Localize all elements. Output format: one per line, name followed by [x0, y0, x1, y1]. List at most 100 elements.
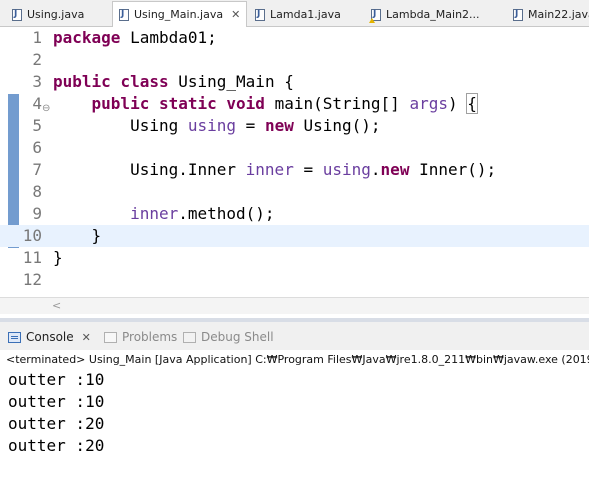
line-number: 7: [32, 160, 42, 179]
code-line[interactable]: 3 public class Using_Main {: [0, 71, 589, 93]
code-line[interactable]: 12: [0, 269, 589, 291]
code-token: Using.Inner: [53, 160, 246, 179]
code-text: public static void main(String[] args) {: [53, 93, 478, 115]
code-token: =: [293, 160, 323, 179]
editor-tab-bar: Using.java Using_Main.java ✕ Lamda1.java…: [0, 0, 589, 27]
keyword-token: public: [53, 72, 111, 91]
line-number: 2: [32, 50, 42, 69]
tab-console[interactable]: Console ✕: [8, 328, 91, 346]
code-token: .: [370, 160, 381, 179]
code-token: Using_Main {: [168, 72, 294, 91]
console-line: outter :10: [8, 370, 105, 389]
tab-label: Lambda_Main2...: [386, 8, 480, 21]
code-line[interactable]: 6: [0, 137, 589, 159]
variable-token: inner: [245, 160, 294, 179]
code-text: Using.Inner inner = using.new Inner();: [53, 159, 496, 181]
code-text: inner.method();: [53, 203, 275, 225]
console-output[interactable]: outter :10 outter :10 outter :20 outter …: [0, 369, 589, 457]
tab-lambda-main2-java[interactable]: Lambda_Main2...: [369, 2, 480, 27]
code-line[interactable]: 8: [0, 181, 589, 203]
close-icon[interactable]: ✕: [231, 8, 240, 21]
line-number: 1: [32, 28, 42, 47]
scroll-left-icon[interactable]: <: [52, 299, 61, 312]
tab-using-java[interactable]: Using.java: [12, 2, 84, 27]
keyword-token: class: [120, 72, 169, 91]
variable-token: args: [409, 94, 448, 113]
code-text: }: [53, 247, 63, 269]
keyword-token: package: [53, 28, 121, 47]
code-token: }: [53, 226, 102, 245]
view-tab-bar: Console ✕ Problems Debug Shell: [0, 322, 589, 350]
tab-label: Console: [26, 330, 74, 344]
code-text: package Lambda01;: [53, 27, 217, 49]
line-number: 4: [32, 94, 42, 113]
problems-icon: [104, 331, 117, 343]
code-line[interactable]: 2: [0, 49, 589, 71]
tab-label: Debug Shell: [201, 330, 274, 344]
tab-problems[interactable]: Problems: [104, 328, 177, 346]
console-line: outter :10: [8, 392, 105, 411]
tab-debug-shell[interactable]: Debug Shell: [183, 328, 274, 346]
debug-shell-icon: [183, 331, 196, 343]
java-file-icon: [12, 8, 22, 21]
line-number: 9: [32, 204, 42, 223]
keyword-token: new: [264, 116, 294, 135]
matching-brace-token: {: [466, 93, 478, 114]
code-line[interactable]: 4 ⊖ public static void main(String[] args…: [0, 93, 589, 115]
java-file-icon: [513, 8, 523, 21]
variable-token: using: [187, 116, 237, 135]
tab-using-main-java[interactable]: Using_Main.java ✕: [112, 1, 247, 27]
code-token: Lambda01;: [120, 28, 217, 47]
code-line[interactable]: 7 Using.Inner inner = using.new Inner();: [0, 159, 589, 181]
line-number: 6: [32, 138, 42, 157]
line-number: 8: [32, 182, 42, 201]
tab-label: Using_Main.java: [134, 8, 224, 21]
code-text: Using using = new Using();: [53, 115, 381, 137]
code-token: =: [236, 116, 265, 135]
code-line[interactable]: 5 Using using = new Using();: [0, 115, 589, 137]
line-number: 10: [22, 226, 42, 245]
console-status: <terminated> Using_Main [Java Applicatio…: [0, 350, 589, 369]
line-number: 3: [32, 72, 42, 91]
horizontal-scrollbar[interactable]: <: [0, 297, 589, 314]
keyword-token: new: [380, 160, 410, 179]
tab-label: Lamda1.java: [270, 8, 341, 21]
line-number: 12: [22, 270, 42, 289]
console-line: outter :20: [8, 436, 105, 455]
code-token: ): [447, 94, 468, 113]
keyword-token: void: [226, 94, 265, 113]
variable-token: inner: [130, 204, 179, 223]
code-line[interactable]: 9 inner.method();: [0, 203, 589, 225]
code-token: .method();: [178, 204, 275, 223]
close-icon[interactable]: ✕: [82, 331, 91, 344]
java-file-icon: [119, 8, 129, 21]
tab-label: Main22.java: [528, 8, 589, 21]
java-file-icon: [255, 8, 265, 21]
keyword-token: static: [158, 94, 217, 113]
line-number: 5: [32, 116, 42, 135]
code-token: Inner();: [409, 160, 497, 179]
keyword-token: public: [91, 94, 150, 113]
tab-label: Problems: [122, 330, 178, 344]
code-editor[interactable]: 1 package Lambda01; 2 3 public class Using_M…: [0, 27, 589, 299]
java-warning-file-icon: [369, 8, 381, 23]
console-line: outter :20: [8, 414, 105, 433]
console-icon: [8, 331, 21, 343]
tab-main22-java[interactable]: Main22.java: [513, 2, 589, 27]
code-token: Using: [53, 116, 188, 135]
code-text: public class Using_Main {: [53, 71, 294, 93]
code-line[interactable]: 10 }: [0, 225, 589, 247]
code-token: }: [53, 248, 63, 267]
code-line[interactable]: 11}: [0, 247, 589, 269]
code-token: Using();: [293, 116, 381, 135]
line-number: 11: [22, 248, 42, 267]
variable-token: using: [322, 160, 371, 179]
tab-lamda1-java[interactable]: Lamda1.java: [255, 2, 341, 27]
code-line[interactable]: 1 package Lambda01;: [0, 27, 589, 49]
tab-label: Using.java: [27, 8, 85, 21]
